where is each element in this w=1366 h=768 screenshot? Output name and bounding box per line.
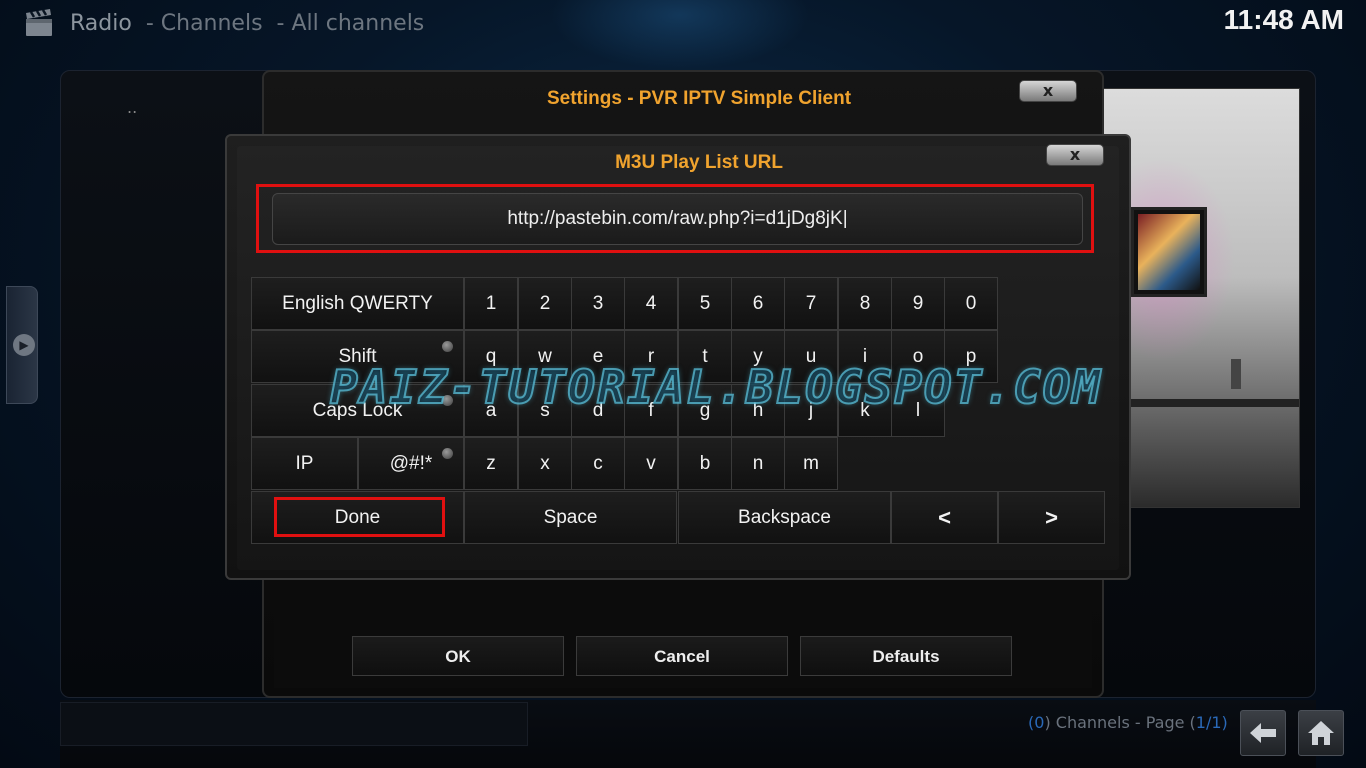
done-key-highlight [274,497,445,537]
shift-label: Shift [338,345,377,367]
url-input-highlight [256,184,1094,253]
key-z[interactable]: z [464,437,518,490]
arrow-right-icon: ▶ [13,334,35,356]
key-v[interactable]: v [624,437,678,490]
ip-key[interactable]: IP [251,437,358,490]
key-y[interactable]: y [731,330,785,383]
keyboard-close-button[interactable]: x [1046,144,1104,166]
space-key[interactable]: Space [464,491,677,544]
key-e[interactable]: e [571,330,625,383]
cursor-right-key[interactable]: > [998,491,1105,544]
key-a[interactable]: a [464,384,518,437]
key-k[interactable]: k [838,384,892,437]
settings-close-button[interactable]: x [1019,80,1077,102]
key-b[interactable]: b [678,437,732,490]
backspace-key[interactable]: Backspace [678,491,891,544]
key-4[interactable]: 4 [624,277,678,330]
breadcrumb: Radio - Channels - All channels [70,8,424,38]
symbols-label: @#!* [389,452,433,474]
key-5[interactable]: 5 [678,277,732,330]
key-h[interactable]: h [731,384,785,437]
symbols-key[interactable]: @#!* [358,437,464,490]
key-n[interactable]: n [731,437,785,490]
channels-page-status: (0) Channels - Page (1/1) [1028,713,1228,732]
shift-key[interactable]: Shift [251,330,464,383]
key-q[interactable]: q [464,330,518,383]
keyboard-dialog-title: M3U Play List URL [615,152,783,173]
cursor-left-key[interactable]: < [891,491,998,544]
breadcrumb-channels[interactable]: - Channels [146,11,263,36]
key-g[interactable]: g [678,384,732,437]
key-w[interactable]: w [518,330,572,383]
key-o[interactable]: o [891,330,945,383]
key-p[interactable]: p [944,330,998,383]
clock: 11:48 AM [1223,4,1344,35]
key-x[interactable]: x [518,437,572,490]
footer-info-panel [60,702,528,746]
caps-lock-indicator-icon [442,395,453,406]
defaults-button[interactable]: Defaults [800,636,1012,676]
caps-lock-key[interactable]: Caps Lock [251,384,464,437]
caps-lock-label: Caps Lock [312,399,403,421]
symbols-indicator-icon [442,448,453,459]
key-j[interactable]: j [784,384,838,437]
clapperboard-icon [24,8,54,38]
key-m[interactable]: m [784,437,838,490]
shift-indicator-icon [442,341,453,352]
key-2[interactable]: 2 [518,277,572,330]
parent-folder-item[interactable]: .. [127,98,137,117]
key-i[interactable]: i [838,330,892,383]
back-button[interactable] [1240,710,1286,756]
back-arrow-icon [1250,723,1276,743]
key-9[interactable]: 9 [891,277,945,330]
key-u[interactable]: u [784,330,838,383]
key-1[interactable]: 1 [464,277,518,330]
key-s[interactable]: s [518,384,572,437]
side-menu-tab[interactable]: ▶ [6,286,38,404]
ok-button[interactable]: OK [352,636,564,676]
key-c[interactable]: c [571,437,625,490]
breadcrumb-all-channels[interactable]: - All channels [277,11,425,36]
key-3[interactable]: 3 [571,277,625,330]
breadcrumb-radio[interactable]: Radio [70,11,132,36]
key-6[interactable]: 6 [731,277,785,330]
key-7[interactable]: 7 [784,277,838,330]
header-glow [550,0,810,70]
key-f[interactable]: f [624,384,678,437]
key-d[interactable]: d [571,384,625,437]
home-button[interactable] [1298,710,1344,756]
home-icon [1308,721,1334,745]
key-r[interactable]: r [624,330,678,383]
settings-dialog-title: Settings - PVR IPTV Simple Client [546,88,852,109]
layout-key[interactable]: English QWERTY [251,277,464,330]
key-0[interactable]: 0 [944,277,998,330]
cancel-button[interactable]: Cancel [576,636,788,676]
key-t[interactable]: t [678,330,732,383]
key-8[interactable]: 8 [838,277,892,330]
key-l[interactable]: l [891,384,945,437]
